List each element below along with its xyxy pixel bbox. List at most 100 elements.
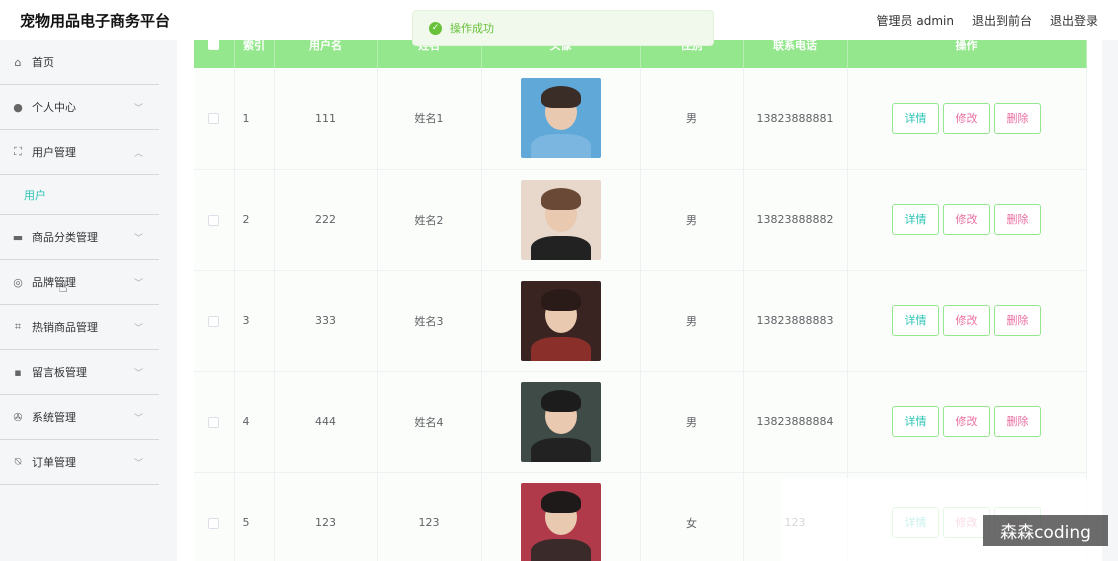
row-index: 3: [234, 270, 275, 372]
detail-button[interactable]: 详情: [892, 406, 939, 437]
table-row: 4 444 姓名4 男 13823888884 详情 修改 删除: [194, 371, 1087, 473]
table-row: 1 111 姓名1 男 13823888881 详情 修改 删除: [194, 68, 1087, 170]
sidebar-subitem-user[interactable]: 用户: [0, 175, 159, 215]
row-avatar-cell: [481, 270, 641, 372]
admin-user-label[interactable]: 管理员 admin: [877, 12, 954, 29]
chevron-icon: ﹀: [133, 233, 143, 244]
success-toast: ✓ 操作成功: [412, 10, 714, 46]
row-index: 1: [234, 68, 275, 170]
avatar-body: [530, 134, 591, 159]
row-name: 姓名3: [377, 270, 482, 372]
sidebar-item-7[interactable]: ✇ 系统管理 ﹀: [0, 395, 159, 440]
detail-button[interactable]: 详情: [892, 305, 939, 336]
avatar[interactable]: [520, 78, 601, 159]
sidebar-item-6[interactable]: ▪ 留言板管理 ﹀: [0, 350, 159, 395]
sidebar-item-8[interactable]: ⍉ 订单管理 ﹀: [0, 440, 159, 485]
toast-message: 操作成功: [450, 22, 494, 35]
avatar-hair: [540, 187, 581, 210]
exit-to-front-link[interactable]: 退出到前台: [972, 12, 1032, 29]
detail-button[interactable]: 详情: [892, 102, 939, 134]
row-username: 111: [274, 68, 378, 170]
row-name: 姓名2: [377, 169, 482, 271]
sidebar-item-label: 用户管理: [32, 146, 76, 159]
delete-button[interactable]: 删除: [994, 305, 1041, 336]
sidebar-item-3[interactable]: ▬ 商品分类管理 ﹀: [0, 215, 159, 260]
sidebar-item-4[interactable]: ◎ 品牌管理 ﹀: [0, 260, 159, 305]
delete-button[interactable]: 删除: [994, 102, 1041, 134]
row-select-cell[interactable]: [194, 472, 235, 561]
row-gender: 男: [640, 270, 744, 372]
row-name: 姓名1: [377, 68, 482, 170]
sidebar-item-0[interactable]: ⌂ 首页: [0, 40, 159, 85]
row-username: 333: [274, 270, 378, 372]
row-avatar-cell: [481, 68, 641, 170]
briefcase-icon: ▬: [12, 230, 24, 244]
row-checkbox[interactable]: [208, 214, 220, 226]
chevron-icon: ﹀: [133, 413, 143, 424]
edit-button[interactable]: 修改: [943, 305, 990, 336]
edit-button[interactable]: 修改: [943, 102, 990, 134]
table-row: 2 222 姓名2 男 13823888882 详情 修改 删除: [194, 169, 1087, 271]
sidebar-item-2[interactable]: ⛶ 用户管理 ︿: [0, 130, 159, 175]
lifebuoy-icon: ◎: [13, 275, 23, 289]
row-index: 5: [234, 472, 275, 561]
row-username: 222: [274, 169, 378, 271]
detail-button[interactable]: 详情: [892, 204, 939, 235]
row-index: 2: [234, 169, 275, 271]
sidebar-item-label: 留言板管理: [32, 366, 87, 379]
row-select-cell[interactable]: [194, 68, 235, 170]
row-actions: 详情修改删除: [847, 68, 1087, 170]
chevron-icon: ﹀: [133, 278, 143, 289]
row-username: 444: [274, 371, 378, 473]
row-gender: 男: [640, 371, 744, 473]
row-phone: 13823888883: [743, 270, 848, 372]
avatar-hair: [540, 389, 581, 412]
row-name: 123: [377, 472, 482, 561]
sidebar-item-label: 订单管理: [32, 456, 76, 469]
chevron-icon: ﹀: [133, 103, 143, 114]
avatar[interactable]: [520, 179, 601, 260]
row-avatar-cell: [481, 472, 641, 561]
row-checkbox[interactable]: [208, 517, 220, 529]
bell-off-icon: ⍉: [14, 455, 22, 468]
row-avatar-cell: [481, 169, 641, 271]
sidebar-item-1[interactable]: ● 个人中心 ﹀: [0, 85, 159, 130]
top-links: 管理员 admin 退出到前台 退出登录: [877, 12, 1098, 29]
edit-button[interactable]: 修改: [943, 406, 990, 437]
row-username: 123: [274, 472, 378, 561]
chevron-icon: ︿: [133, 148, 143, 159]
row-actions: 详情修改删除: [847, 270, 1087, 372]
table-row: 3 333 姓名3 男 13823888883 详情 修改 删除: [194, 270, 1087, 372]
row-select-cell[interactable]: [194, 371, 235, 473]
avatar-body: [530, 235, 591, 260]
avatar[interactable]: [520, 280, 601, 361]
row-checkbox[interactable]: [208, 113, 220, 125]
row-checkbox[interactable]: [208, 416, 220, 428]
row-gender: 女: [640, 472, 744, 561]
delete-button[interactable]: 删除: [994, 204, 1041, 235]
edit-button[interactable]: 修改: [943, 204, 990, 235]
avatar-hair: [540, 490, 581, 513]
app-title: 宠物用品电子商务平台: [20, 11, 171, 30]
frame-icon: ⛶: [14, 145, 22, 158]
logout-link[interactable]: 退出登录: [1050, 12, 1098, 29]
row-checkbox[interactable]: [208, 315, 220, 327]
row-select-cell[interactable]: [194, 270, 235, 372]
monitor-icon: ▪: [14, 365, 22, 379]
sidebar-item-5[interactable]: ⌗ 热销商品管理 ﹀: [0, 305, 159, 350]
avatar[interactable]: [520, 381, 601, 462]
sidebar-item-label: 系统管理: [32, 411, 76, 424]
avatar-body: [530, 538, 591, 561]
avatar-body: [530, 336, 591, 361]
row-name: 姓名4: [377, 371, 482, 473]
row-phone: 13823888884: [743, 371, 848, 473]
row-avatar-cell: [481, 371, 641, 473]
select-all-checkbox[interactable]: [208, 38, 220, 50]
delete-button[interactable]: 删除: [994, 406, 1041, 437]
sidebar-item-label: 品牌管理: [32, 276, 76, 289]
row-phone: 13823888882: [743, 169, 848, 271]
row-select-cell[interactable]: [194, 169, 235, 271]
sidebar-item-label: 热销商品管理: [32, 321, 98, 334]
row-actions: 详情修改删除: [847, 169, 1087, 271]
avatar[interactable]: [520, 482, 601, 561]
